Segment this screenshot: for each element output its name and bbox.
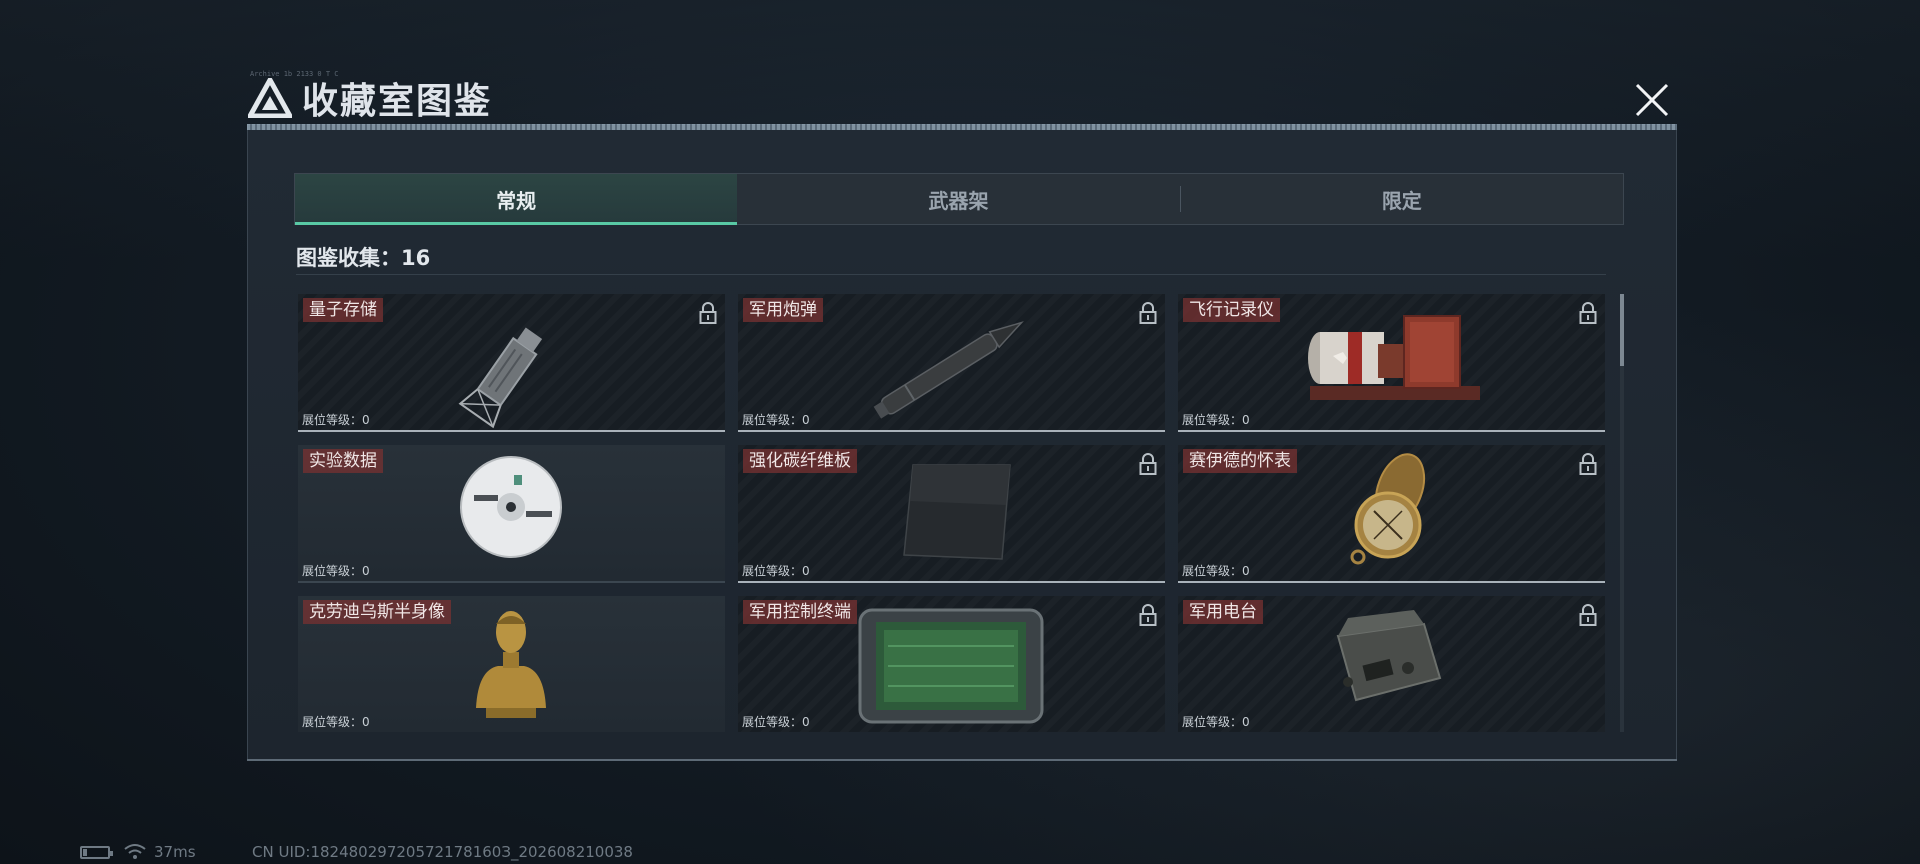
lock-icon (1139, 302, 1157, 324)
item-level: 展位等级：0 (302, 564, 370, 578)
item-name: 军用控制终端 (743, 600, 857, 624)
lock-icon (1579, 604, 1597, 626)
lock-icon (1579, 453, 1597, 475)
item-name: 军用炮弹 (743, 298, 823, 322)
item-name: 克劳迪乌斯半身像 (303, 600, 451, 624)
delta-logo-icon (248, 78, 292, 118)
item-level: 展位等级：0 (742, 413, 810, 427)
item-name: 赛伊德的怀表 (1183, 449, 1297, 473)
item-level: 展位等级：0 (1182, 715, 1250, 729)
panel-bottom-border (247, 759, 1677, 761)
user-uid: CN UID:18248029720572178160З_20260821003… (252, 843, 633, 861)
item-level: 展位等级：0 (1182, 413, 1250, 427)
tab-regular[interactable]: 常规 (295, 174, 738, 225)
window-title: 收藏室图鉴 (302, 81, 493, 122)
ping-value: 37ms (154, 843, 196, 861)
wifi-icon (124, 844, 146, 859)
item-card[interactable]: 赛伊德的怀表 展位等级：0 (1178, 445, 1605, 583)
scrollbar[interactable] (1620, 294, 1624, 732)
item-level: 展位等级：0 (302, 715, 370, 729)
tab-weapon-rack[interactable]: 武器架 (737, 174, 1179, 224)
window-header: 收藏室图鉴 (248, 74, 492, 122)
item-name: 飞行记录仪 (1183, 298, 1280, 322)
item-card[interactable]: 军用控制终端 展位等级：0 (738, 596, 1165, 732)
item-name: 强化碳纤维板 (743, 449, 857, 473)
status-bar: 37ms (80, 843, 196, 861)
tab-limited[interactable]: 限定 (1181, 174, 1623, 224)
item-level: 展位等级：0 (302, 413, 370, 427)
item-card[interactable]: 军用炮弹 展位等级：0 (738, 294, 1165, 432)
collection-count: 图鉴收集：16 (296, 246, 431, 270)
close-icon[interactable] (1632, 80, 1672, 120)
panel-top-border (247, 124, 1677, 130)
item-card[interactable]: 量子存储 展位等级：0 (298, 294, 725, 432)
item-level: 展位等级：0 (742, 715, 810, 729)
item-card[interactable]: 强化碳纤维板 展位等级：0 (738, 445, 1165, 583)
tab-bar: 常规 武器架 限定 (294, 173, 1624, 225)
item-card[interactable]: 军用电台 展位等级：0 (1178, 596, 1605, 732)
lock-icon (1139, 604, 1157, 626)
lock-icon (1139, 453, 1157, 475)
item-grid: 量子存储 展位等级：0 军用炮弹 展位等级：0 飞行记录仪 展位等级：0 实验数… (298, 294, 1608, 732)
lock-icon (699, 302, 717, 324)
item-level: 展位等级：0 (742, 564, 810, 578)
divider (296, 274, 1606, 275)
item-name: 实验数据 (303, 449, 383, 473)
lock-icon (1579, 302, 1597, 324)
item-level: 展位等级：0 (1182, 564, 1250, 578)
item-card[interactable]: 实验数据 展位等级：0 (298, 445, 725, 583)
scroll-thumb[interactable] (1620, 294, 1624, 366)
battery-icon (80, 845, 113, 859)
item-card[interactable]: 飞行记录仪 展位等级：0 (1178, 294, 1605, 432)
item-name: 军用电台 (1183, 600, 1263, 624)
item-card[interactable]: 克劳迪乌斯半身像 展位等级：0 (298, 596, 725, 732)
item-name: 量子存储 (303, 298, 383, 322)
